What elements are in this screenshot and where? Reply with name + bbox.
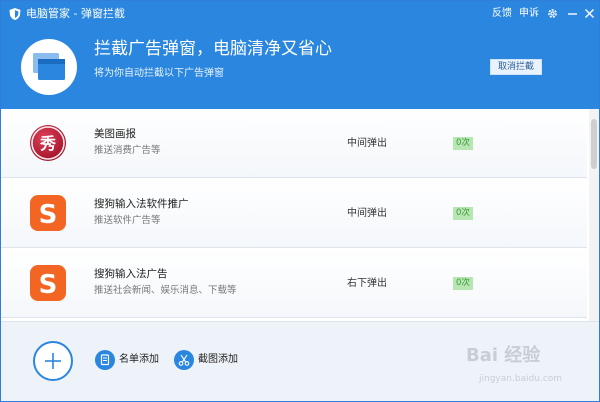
popup-description: 推送软件广告等 bbox=[94, 215, 161, 226]
meitu-xiu-icon: 秀 bbox=[30, 125, 66, 161]
scrollbar[interactable] bbox=[589, 109, 599, 321]
feedback-link[interactable]: 反馈 bbox=[492, 6, 512, 21]
block-count-badge: 0次 bbox=[453, 277, 473, 290]
scroll-thumb[interactable] bbox=[591, 119, 597, 169]
title-bar: 电脑管家 - 弹窗拦截 反馈 申诉 bbox=[1, 1, 599, 27]
popup-name: 美图画报 bbox=[94, 128, 136, 140]
minimize-icon[interactable] bbox=[566, 7, 579, 20]
popup-position: 中间弹出 bbox=[347, 208, 387, 219]
list-add-label: 名单添加 bbox=[119, 354, 159, 365]
list-item[interactable]: S 搜狗输入法广告 推送社会新闻、娱乐消息、下载等 右下弹出 0次 bbox=[1, 249, 587, 318]
gear-icon[interactable] bbox=[546, 7, 559, 20]
watermark-url: jingyan.baidu.com bbox=[479, 374, 563, 384]
hero-icon-circle bbox=[21, 39, 77, 95]
block-count-badge: 0次 bbox=[453, 207, 473, 220]
windows-stack-icon bbox=[33, 53, 65, 80]
block-count-badge: 0次 bbox=[453, 137, 473, 150]
shield-icon bbox=[9, 8, 21, 20]
appeal-link[interactable]: 申诉 bbox=[519, 6, 539, 21]
screenshot-add-label: 截图添加 bbox=[198, 354, 238, 365]
scissors-icon bbox=[174, 350, 194, 370]
sogou-icon: S bbox=[30, 195, 66, 231]
plus-icon bbox=[45, 353, 61, 369]
app-title: 电脑管家 - 弹窗拦截 bbox=[26, 7, 125, 20]
popup-name: 搜狗输入法广告 bbox=[94, 268, 168, 280]
cancel-block-button[interactable]: 取消拦截 bbox=[490, 59, 542, 75]
sogou-icon: S bbox=[30, 265, 66, 301]
popup-description: 推送消费广告等 bbox=[94, 145, 161, 156]
add-button[interactable] bbox=[33, 341, 73, 381]
logo-glyph: S bbox=[39, 200, 58, 230]
close-icon[interactable] bbox=[583, 7, 596, 20]
popup-position: 中间弹出 bbox=[347, 138, 387, 149]
logo-glyph: 秀 bbox=[39, 134, 56, 153]
popup-position: 右下弹出 bbox=[347, 278, 387, 289]
watermark-brand: Bai 经验 bbox=[466, 345, 541, 366]
document-icon bbox=[95, 350, 115, 370]
list-item[interactable]: 秀 美图画报 推送消费广告等 中间弹出 0次 bbox=[1, 109, 587, 178]
hero-subtitle: 将为你自动拦截以下广告弹窗 bbox=[94, 68, 224, 79]
window: 电脑管家 - 弹窗拦截 反馈 申诉 拦截广告弹窗，电脑清净又省心 将为你自动拦截… bbox=[0, 0, 600, 402]
hero-title: 拦截广告弹窗，电脑清净又省心 bbox=[94, 39, 332, 59]
header: 电脑管家 - 弹窗拦截 反馈 申诉 拦截广告弹窗，电脑清净又省心 将为你自动拦截… bbox=[1, 1, 599, 109]
popup-name: 搜狗输入法软件推广 bbox=[94, 198, 189, 210]
popup-description: 推送社会新闻、娱乐消息、下载等 bbox=[94, 285, 237, 296]
logo-glyph: S bbox=[39, 270, 58, 300]
list-item[interactable]: S 搜狗输入法软件推广 推送软件广告等 中间弹出 0次 bbox=[1, 179, 587, 248]
blocked-popup-list: 秀 美图画报 推送消费广告等 中间弹出 0次 S 搜狗输入法软件推广 推送软件广… bbox=[1, 109, 599, 321]
